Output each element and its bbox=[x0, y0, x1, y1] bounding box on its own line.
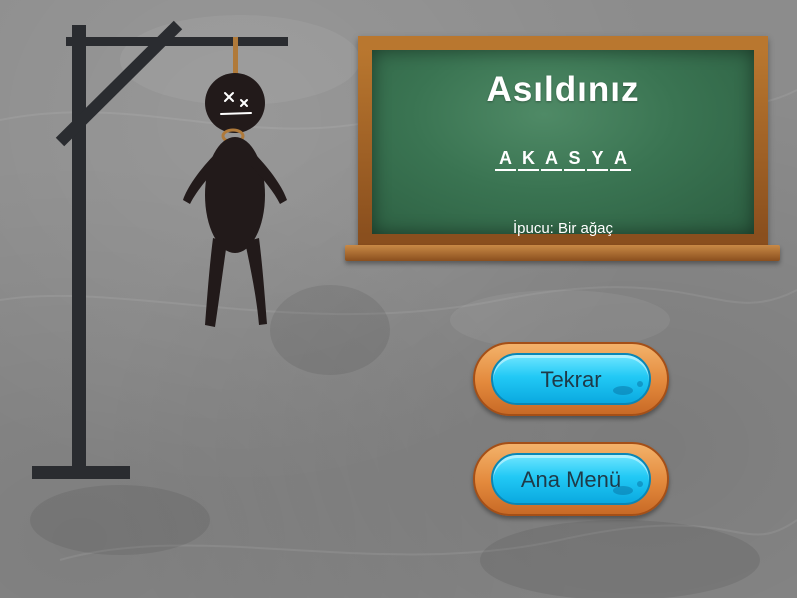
retry-button[interactable]: Tekrar bbox=[473, 342, 669, 416]
hint-text: İpucu: Bir ağaç bbox=[512, 220, 614, 237]
retry-button-face[interactable]: Tekrar bbox=[491, 353, 651, 405]
answer-word: A K A S Y A bbox=[372, 148, 754, 171]
figure-right-leg bbox=[245, 238, 267, 325]
word-letter: S bbox=[564, 148, 585, 171]
main-menu-button-face[interactable]: Ana Menü bbox=[491, 453, 651, 505]
main-menu-button[interactable]: Ana Menü bbox=[473, 442, 669, 516]
button-shine-dot bbox=[637, 481, 643, 487]
gallows-beam bbox=[66, 37, 288, 46]
chalkboard: Asıldınız A K A S Y A İpucu: Bir ağaç bbox=[358, 36, 768, 248]
word-letter: A bbox=[495, 148, 516, 171]
button-shine-dot bbox=[613, 386, 633, 395]
figure-mouth bbox=[220, 112, 252, 115]
result-title: Asıldınız bbox=[486, 70, 640, 109]
figure-left-leg bbox=[205, 238, 227, 327]
word-letter: A bbox=[610, 148, 631, 171]
word-letter: A bbox=[541, 148, 562, 171]
gallows-post bbox=[72, 25, 86, 470]
button-shine-dot bbox=[613, 486, 633, 495]
button-shine-dot bbox=[637, 381, 643, 387]
figure-head bbox=[205, 73, 265, 133]
figure-body bbox=[205, 137, 265, 253]
hanged-stickman-icon bbox=[183, 73, 287, 327]
chalkboard-ledge bbox=[345, 245, 780, 261]
word-letter: Y bbox=[587, 148, 608, 171]
word-letter: K bbox=[518, 148, 539, 171]
